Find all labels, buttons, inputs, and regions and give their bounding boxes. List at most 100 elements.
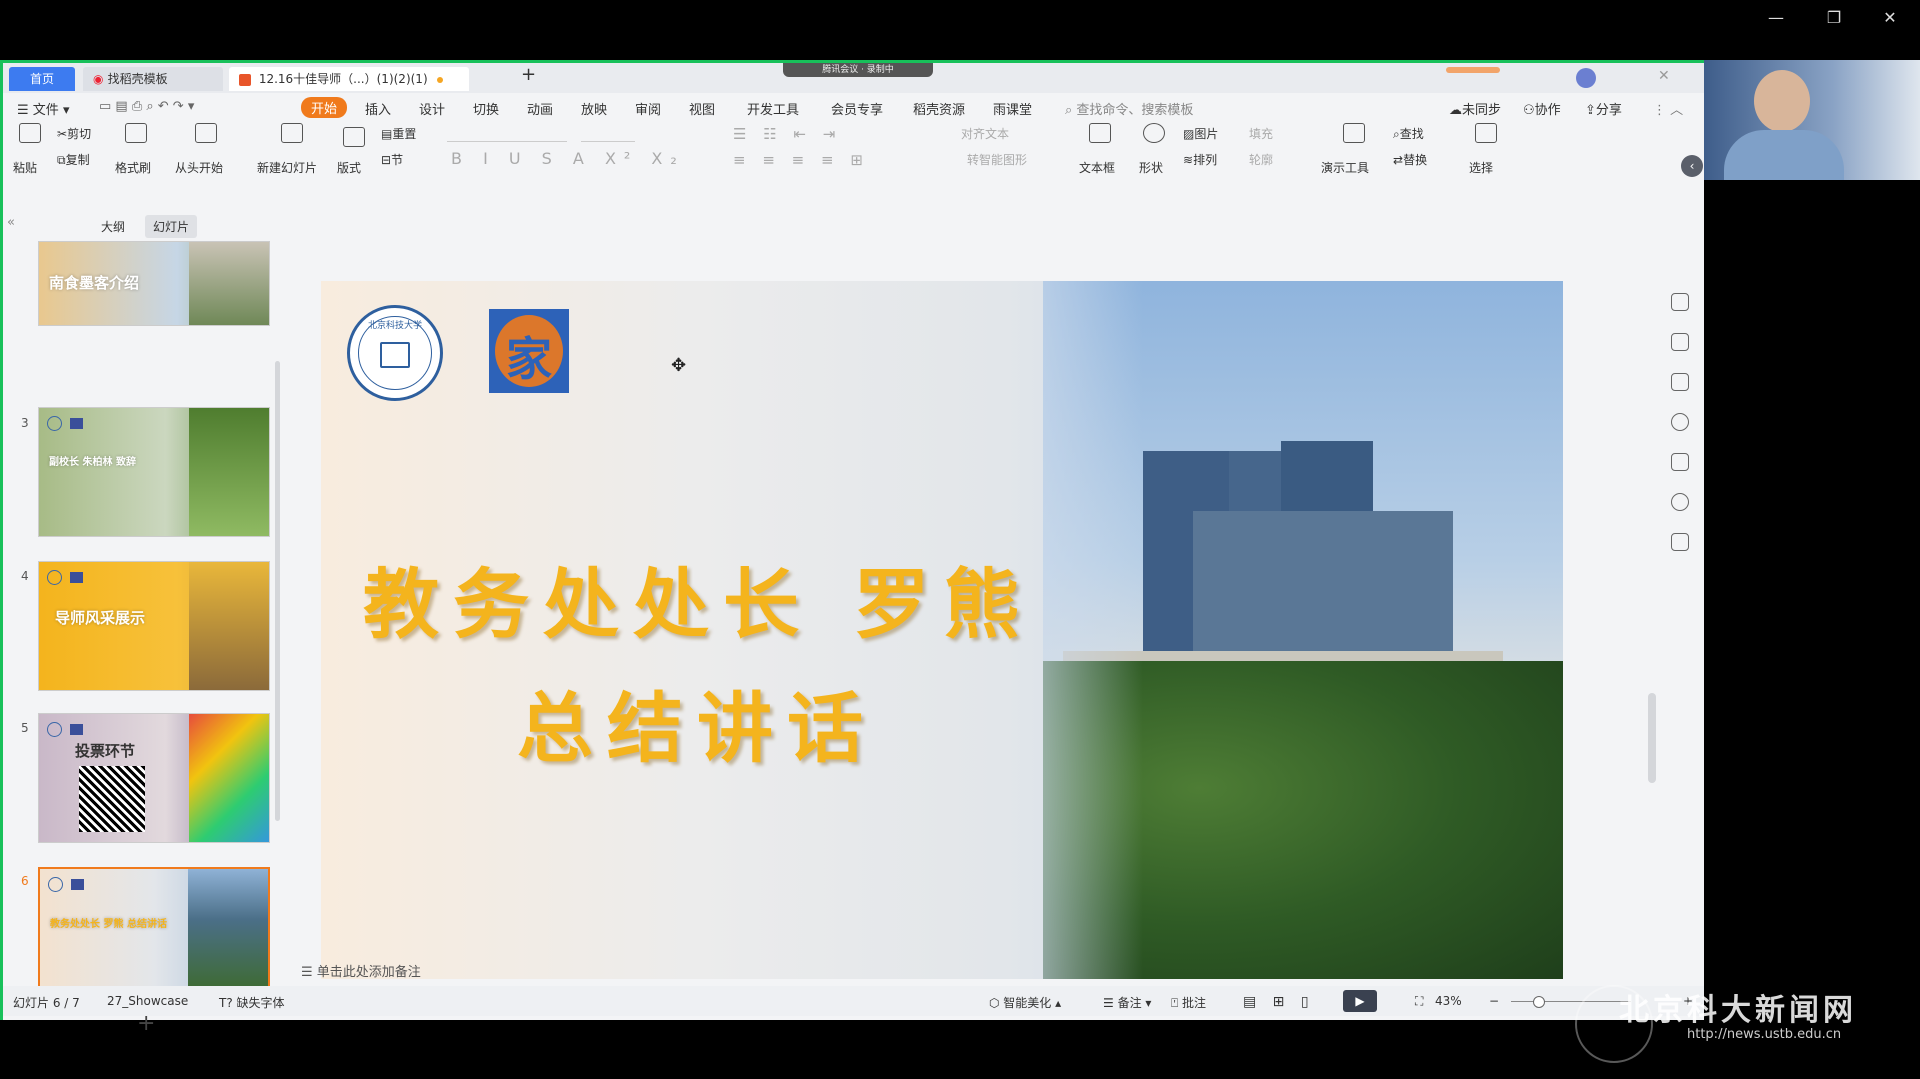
minimize-button[interactable]: — [1764,8,1788,27]
slide-scrollbar[interactable] [1648,693,1656,783]
slide-thumbnail-6-selected[interactable]: 教务处处长 罗熊 总结讲话 [38,867,270,997]
picture-button[interactable]: ▨图片 [1183,125,1218,142]
layout-button[interactable]: 版式 [337,159,361,176]
menu-animation[interactable]: 动画 [527,99,553,118]
slide-thumbnail-5[interactable]: 投票环节 [38,713,270,843]
textbox-button[interactable]: 文本框 [1079,159,1115,176]
view-mode-buttons[interactable]: ▤ ⊞ ▯ [1243,994,1315,1010]
tab-document[interactable]: 12.16十佳导师（...）(1)(2)(1) [229,67,469,91]
new-tab-button[interactable]: + [511,63,546,87]
book-icon[interactable] [1671,533,1689,551]
slide-thumbnail-2[interactable]: 南食墨客介绍 [38,241,270,326]
tab-home[interactable]: 首页 [9,67,75,91]
restore-button[interactable]: ❐ [1822,8,1846,27]
fit-window-icon[interactable]: ⛶ [1415,994,1423,1009]
find-button[interactable]: ⌕查找 [1393,125,1424,142]
textbox-icon[interactable] [1089,123,1111,143]
missing-font-button[interactable]: T? 缺失字体 [219,994,285,1011]
slide-title-line-2[interactable]: 总结讲话 [517,667,877,777]
more-menu-icon[interactable]: ⋮ ︿ [1653,99,1683,118]
font-size-select[interactable] [581,125,635,142]
slide-title-line-1[interactable]: 教务处处长 罗熊 [363,543,1033,653]
zoom-level[interactable]: 43% [1435,994,1462,1008]
outline-button[interactable]: 轮廓 [1249,151,1273,168]
location-icon[interactable] [1671,493,1689,511]
cut-button[interactable]: ✂剪切 [57,125,91,142]
copy-button[interactable]: ⧉复制 [57,151,90,168]
collab-button[interactable]: ⚇协作 [1523,99,1561,118]
select-icon[interactable] [1475,123,1497,143]
alignment-buttons[interactable]: ≡ ≡ ≡ ≡ ⊞ [733,151,869,169]
notes-area[interactable]: ☰ 单击此处添加备注 [301,961,421,980]
format-painter-button[interactable]: 格式刷 [115,159,151,176]
shape-button[interactable]: 形状 [1139,159,1163,176]
image-settings-icon[interactable] [1671,453,1689,471]
new-slide-button[interactable]: 新建幻灯片 [257,159,317,176]
slide-thumbnail-4[interactable]: 导师风采展示 [38,561,270,691]
star-icon[interactable] [1671,333,1689,351]
replace-button[interactable]: ⇄替换 [1393,151,1427,168]
from-start-button[interactable]: 从头开始 [175,159,223,176]
menu-rain-classroom[interactable]: 雨课堂 [993,99,1032,118]
menu-file[interactable]: ☰ 文件 ▾ [17,99,69,118]
reset-button[interactable]: ▤重置 [381,125,416,142]
menu-design[interactable]: 设计 [419,99,445,118]
paste-button[interactable]: 粘贴 [13,159,37,176]
collapse-panel-icon[interactable]: ‹ [1681,155,1703,177]
text-format-buttons[interactable]: B I U S A X² X₂ [451,149,685,168]
present-tools-icon[interactable] [1343,123,1365,143]
paragraph-buttons[interactable]: ☰ ☷ ⇤ ⇥ [733,125,841,143]
section-button[interactable]: ⊟节 [381,151,403,168]
qr-code [79,766,145,832]
hamburger-icon: ☰ [17,103,33,118]
share-button[interactable]: ⇪分享 [1585,99,1622,118]
help-icon[interactable] [1671,413,1689,431]
zoom-slider-thumb[interactable] [1533,996,1545,1008]
slide-thumbnail-3[interactable]: 副校长 朱柏林 致辞 [38,407,270,537]
menu-developer[interactable]: 开发工具 [747,99,799,118]
play-from-start-icon[interactable] [195,123,217,143]
app-close-icon[interactable]: ✕ [1658,68,1670,84]
tab-template[interactable]: ◉ 找稻壳模板 [83,67,223,91]
play-slideshow-button[interactable]: ▶ [1343,990,1377,1012]
shape-icon[interactable] [1143,123,1165,143]
menu-member[interactable]: 会员专享 [831,99,883,118]
select-button[interactable]: 选择 [1469,159,1493,176]
avatar[interactable] [1576,68,1596,88]
command-search[interactable]: ⌕ 查找命令、搜索模板 [1065,99,1193,118]
close-button[interactable]: ✕ [1878,8,1902,27]
fill-button[interactable]: 填充 [1249,125,1273,142]
tab-template-label: 找稻壳模板 [107,72,168,86]
paste-icon[interactable] [19,123,41,143]
present-tools-button[interactable]: 演示工具 [1321,159,1369,176]
theme-name[interactable]: 27_Showcase [107,994,188,1008]
menu-transition[interactable]: 切换 [473,99,499,118]
notes-toggle[interactable]: ☰ 备注 ▾ [1103,994,1151,1011]
comments-toggle[interactable]: ⍞ 批注 [1171,994,1206,1011]
copy-slide-icon[interactable] [1671,373,1689,391]
thumbnail-scrollbar[interactable] [275,361,280,821]
new-slide-icon[interactable] [281,123,303,143]
align-text-button[interactable]: 对齐文本 [961,125,1009,142]
collapse-left-icon[interactable]: « [7,215,15,230]
menu-view[interactable]: 视图 [689,99,715,118]
sync-status[interactable]: ☁未同步 [1449,99,1501,118]
format-painter-icon[interactable] [125,123,147,143]
search-icon: ⌕ [1393,127,1400,141]
slide-canvas[interactable]: 北京科技大学 家 ✥ 教务处处长 罗熊 总结讲话 [321,281,1563,979]
layout-icon[interactable] [343,127,365,147]
zoom-out-button[interactable]: − [1489,994,1499,1008]
smart-shape-button[interactable]: 转智能图形 [967,151,1027,168]
menu-home[interactable]: 开始 [301,97,348,118]
menu-insert[interactable]: 插入 [365,99,391,118]
smart-beautify-button[interactable]: ⬡ 智能美化 ▴ [989,994,1061,1011]
tab-outline[interactable]: 大纲 [101,218,125,235]
arrange-button[interactable]: ≋排列 [1183,151,1217,168]
menu-review[interactable]: 审阅 [635,99,661,118]
tab-slides[interactable]: 幻灯片 [145,215,198,238]
menu-slideshow[interactable]: 放映 [581,99,607,118]
menu-docer[interactable]: 稻壳资源 [913,99,965,118]
font-family-select[interactable] [447,125,567,142]
quick-access-toolbar[interactable]: ▭ ▤ ⎙ ⌕ ↶ ↷ ▾ [99,99,194,114]
adjust-icon[interactable] [1671,293,1689,311]
